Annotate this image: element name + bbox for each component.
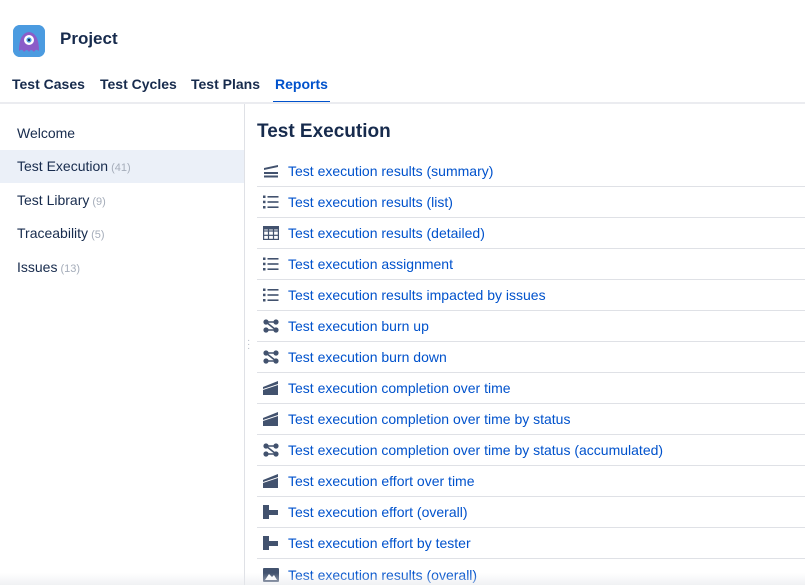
report-link[interactable]: Test execution burn up xyxy=(288,316,429,336)
sidebar-item-count: (41) xyxy=(111,162,131,174)
list-icon xyxy=(263,256,279,272)
report-link-row[interactable]: Test execution completion over time xyxy=(257,373,805,404)
page-header: Project Test Cases Test Cycles Test Plan… xyxy=(0,0,805,104)
sidebar-item-label: Test Execution xyxy=(17,158,109,174)
report-link[interactable]: Test execution results (summary) xyxy=(288,161,493,181)
report-link-row[interactable]: Test execution results (detailed) xyxy=(257,218,805,249)
report-link[interactable]: Test execution effort by tester xyxy=(288,533,471,553)
octopus-avatar-icon[interactable] xyxy=(13,25,45,57)
tab-test-cases[interactable]: Test Cases xyxy=(12,74,85,104)
summary-chart-icon xyxy=(263,163,279,179)
sidebar-item-count: (13) xyxy=(60,263,81,275)
report-link[interactable]: Test execution results (detailed) xyxy=(288,223,485,243)
sidebar-item-traceability[interactable]: Traceability (5) xyxy=(0,217,244,250)
report-link[interactable]: Test execution results impacted by issue… xyxy=(288,285,546,305)
sidebar-item-label: Traceability xyxy=(17,225,89,241)
sidebar-item-welcome[interactable]: Welcome xyxy=(0,117,244,150)
sidebar-item-label: Welcome xyxy=(17,125,76,141)
report-link-row[interactable]: Test execution burn down xyxy=(257,342,805,373)
report-link-row[interactable]: Test execution effort (overall) xyxy=(257,497,805,528)
sidebar-item-count: (5) xyxy=(91,229,105,241)
section-title: Test Execution xyxy=(257,121,391,142)
grid-table-icon xyxy=(263,225,279,241)
burn-chart-icon xyxy=(263,442,279,458)
report-link-row[interactable]: Test execution results (summary) xyxy=(257,156,805,187)
report-link-row[interactable]: Test execution completion over time by s… xyxy=(257,435,805,466)
list-icon xyxy=(263,194,279,210)
sidebar-item-count: (9) xyxy=(92,196,106,208)
tab-test-plans[interactable]: Test Plans xyxy=(191,74,260,104)
area-chart-icon xyxy=(263,380,279,396)
burn-chart-icon xyxy=(263,349,279,365)
image-chart-icon xyxy=(263,567,279,583)
report-link[interactable]: Test execution results (list) xyxy=(288,192,453,212)
report-link-row[interactable]: Test execution results (overall) xyxy=(257,559,805,585)
bar-chart-icon xyxy=(263,504,279,520)
tab-reports[interactable]: Reports xyxy=(273,74,330,104)
sidebar-item-issues[interactable]: Issues (13) xyxy=(0,251,244,284)
bar-chart-icon xyxy=(263,535,279,551)
report-link-row[interactable]: Test execution results impacted by issue… xyxy=(257,280,805,311)
report-link[interactable]: Test execution assignment xyxy=(288,254,453,274)
main-content: Test Execution Test execution results (s… xyxy=(245,104,805,585)
reports-sidebar: Welcome Test Execution (41) Test Library(… xyxy=(0,117,244,585)
sidebar-item-test-library[interactable]: Test Library (9) xyxy=(0,184,244,217)
report-link[interactable]: Test execution results (overall) xyxy=(288,565,477,585)
tab-test-cycles[interactable]: Test Cycles xyxy=(100,74,177,104)
area-chart-icon xyxy=(263,411,279,427)
sidebar-item-label: Issues xyxy=(17,259,58,275)
burn-chart-icon xyxy=(263,318,279,334)
report-link-row[interactable]: Test execution assignment xyxy=(257,249,805,280)
tab-bar: Test Cases Test Cycles Test Plans Report… xyxy=(0,74,805,104)
report-link-row[interactable]: Test execution completion over time by s… xyxy=(257,404,805,435)
report-link[interactable]: Test execution completion over time by s… xyxy=(288,440,663,460)
sidebar-item-test-execution[interactable]: Test Execution (41) xyxy=(0,150,244,183)
project-title: Project xyxy=(60,29,118,48)
area-chart-icon xyxy=(263,473,279,489)
report-link-row[interactable]: Test execution effort over time xyxy=(257,466,805,497)
report-list: Test execution results (summary) Test exe… xyxy=(257,156,805,585)
sidebar-item-label: Test Library xyxy=(17,192,90,208)
report-link-row[interactable]: Test execution effort by tester xyxy=(257,528,805,559)
report-link[interactable]: Test execution completion over time xyxy=(288,378,511,398)
report-link[interactable]: Test execution effort (overall) xyxy=(288,502,468,522)
report-link[interactable]: Test execution completion over time by s… xyxy=(288,409,570,429)
report-link[interactable]: Test execution burn down xyxy=(288,347,447,367)
report-link[interactable]: Test execution effort over time xyxy=(288,471,475,491)
report-link-row[interactable]: Test execution results (list) xyxy=(257,187,805,218)
report-link-row[interactable]: Test execution burn up xyxy=(257,311,805,342)
list-icon xyxy=(263,287,279,303)
